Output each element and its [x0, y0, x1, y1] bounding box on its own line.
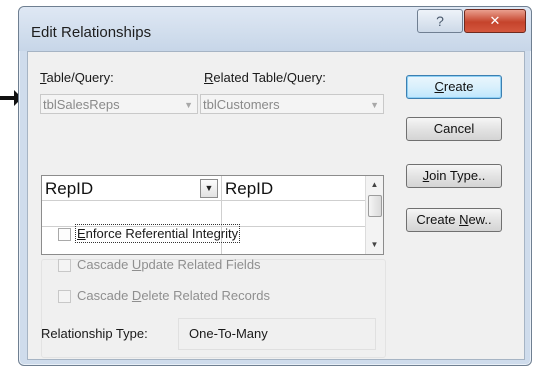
help-icon: ? [436, 13, 444, 29]
grid-cell-right[interactable] [222, 227, 367, 254]
edit-relationships-dialog: Edit Relationships ? ✕ Table/Query: Rela… [18, 6, 532, 366]
enforce-integrity-label[interactable]: Enforce Referential Integrity [74, 224, 241, 243]
field-dropdown-button[interactable]: ▼ [200, 179, 218, 198]
close-button[interactable]: ✕ [464, 9, 526, 33]
cancel-button[interactable]: Cancel [406, 117, 502, 141]
grid-scrollbar[interactable]: ▲ ▼ [365, 176, 383, 254]
related-table-query-combo[interactable]: tblCustomers ▼ [200, 94, 384, 114]
dialog-body: Table/Query: Related Table/Query: tblSal… [27, 51, 525, 360]
cascade-delete-checkbox[interactable] [58, 290, 71, 303]
enforce-integrity-checkbox[interactable] [58, 228, 71, 241]
scroll-thumb[interactable] [368, 195, 382, 217]
cascade-delete-label: Cascade Delete Related Records [77, 288, 270, 303]
chevron-down-icon: ▼ [184, 100, 193, 110]
relationship-type-value: One-To-Many [178, 318, 376, 350]
grid-cell-left[interactable]: RepID [42, 176, 222, 201]
title-bar: Edit Relationships ? ✕ [19, 7, 531, 51]
grid-cell-left[interactable] [42, 201, 222, 227]
field-mapping-grid[interactable]: RepID ▼ RepID ▲ ▼ [41, 175, 384, 255]
scroll-down-icon[interactable]: ▼ [366, 237, 383, 253]
relationship-type-label: Relationship Type: [41, 326, 148, 341]
create-button[interactable]: Create [406, 75, 502, 99]
related-table-query-label: Related Table/Query: [204, 70, 326, 85]
dialog-title: Edit Relationships [31, 24, 152, 41]
table-query-label: Table/Query: [40, 70, 114, 85]
cascade-update-checkbox[interactable] [58, 259, 71, 272]
table-query-value: tblSalesReps [43, 97, 120, 112]
join-type-button[interactable]: Join Type.. [406, 164, 502, 188]
help-button[interactable]: ? [417, 9, 463, 33]
grid-cell-right[interactable]: RepID [222, 176, 367, 201]
create-new-button[interactable]: Create New.. [406, 208, 502, 232]
grid-cell-right[interactable] [222, 201, 367, 227]
close-icon: ✕ [489, 13, 501, 28]
chevron-down-icon: ▼ [370, 100, 379, 110]
chevron-down-icon: ▼ [204, 183, 214, 193]
table-query-combo[interactable]: tblSalesReps ▼ [40, 94, 198, 114]
related-table-query-value: tblCustomers [203, 97, 280, 112]
scroll-up-icon[interactable]: ▲ [366, 177, 383, 193]
cascade-update-label: Cascade Update Related Fields [77, 257, 261, 272]
